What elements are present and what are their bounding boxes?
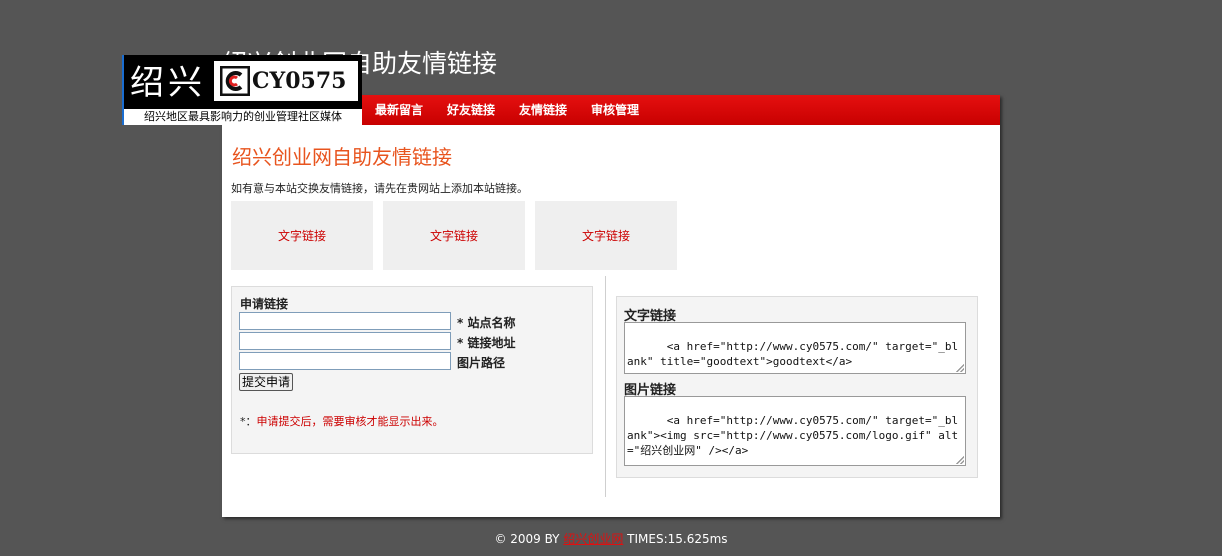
- logo-en-text: CY0575: [252, 68, 347, 94]
- apply-note: *：申请提交后，需要审核才能显示出来。: [240, 413, 444, 429]
- nav-item-friend-links[interactable]: 好友链接: [447, 95, 495, 125]
- footer-timing: TIMES:15.625ms: [623, 532, 728, 546]
- link-url-label: * 链接地址: [457, 336, 516, 350]
- image-path-label: 图片路径: [457, 356, 506, 370]
- footer-copyright: © 2009 BY: [494, 532, 564, 546]
- nav-item-friendship-links[interactable]: 友情链接: [519, 95, 567, 125]
- apply-link-form: 申请链接 * 站点名称 * 链接地址 图片路径 提交申请 *：申请提交后，需要审…: [231, 286, 593, 454]
- site-logo[interactable]: 绍兴 CY0575 绍兴地区最具影响力的创业管理社区媒体: [122, 55, 362, 125]
- site-name-label: * 站点名称: [457, 316, 516, 330]
- logo-en-badge: CY0575: [212, 59, 360, 103]
- apply-title: 申请链接: [240, 297, 289, 311]
- footer: © 2009 BY 绍兴创业网 TIMES:15.625ms: [0, 530, 1222, 547]
- link-code-box: 文字链接 <a href="http://www.cy0575.com/" ta…: [616, 296, 978, 478]
- text-link-code: <a href="http://www.cy0575.com/" target=…: [627, 340, 959, 368]
- intro-text: 如有意与本站交换友情链接，请先在贵网站上添加本站链接。: [231, 182, 528, 195]
- logo-slogan: 绍兴地区最具影响力的创业管理社区媒体: [124, 109, 362, 125]
- note-mark: *：: [240, 415, 257, 428]
- nav-item-latest-messages[interactable]: 最新留言: [375, 95, 423, 125]
- nav-item-review-admin[interactable]: 审核管理: [591, 95, 639, 125]
- link-url-input[interactable]: [239, 332, 451, 350]
- main-panel: 最新留言 好友链接 友情链接 审核管理 绍兴创业网自助友情链接 如有意与本站交换…: [222, 95, 1000, 517]
- logo-mark-icon: [220, 66, 250, 96]
- page-title: 绍兴创业网自助友情链接: [232, 145, 452, 169]
- text-link-label[interactable]: 文字链接: [582, 227, 630, 244]
- text-link-code-textarea[interactable]: <a href="http://www.cy0575.com/" target=…: [624, 322, 966, 374]
- submit-apply-button[interactable]: 提交申请: [239, 373, 294, 391]
- text-link-label[interactable]: 文字链接: [430, 227, 478, 244]
- footer-site-link[interactable]: 绍兴创业网: [563, 532, 623, 546]
- text-link-box-3[interactable]: 文字链接: [535, 201, 677, 270]
- column-divider: [605, 276, 606, 497]
- logo-cn-text: 绍兴: [130, 63, 206, 103]
- text-link-box-2[interactable]: 文字链接: [383, 201, 525, 270]
- site-name-input[interactable]: [239, 312, 451, 330]
- resize-grip-icon[interactable]: [956, 456, 964, 464]
- resize-grip-icon[interactable]: [956, 364, 964, 372]
- text-link-box-1[interactable]: 文字链接: [231, 201, 373, 270]
- text-link-label[interactable]: 文字链接: [278, 227, 326, 244]
- note-message: 申请提交后，需要审核才能显示出来。: [256, 415, 444, 428]
- image-link-code-textarea[interactable]: <a href="http://www.cy0575.com/" target=…: [624, 396, 966, 466]
- image-path-input[interactable]: [239, 352, 451, 370]
- image-link-code: <a href="http://www.cy0575.com/" target=…: [627, 414, 959, 457]
